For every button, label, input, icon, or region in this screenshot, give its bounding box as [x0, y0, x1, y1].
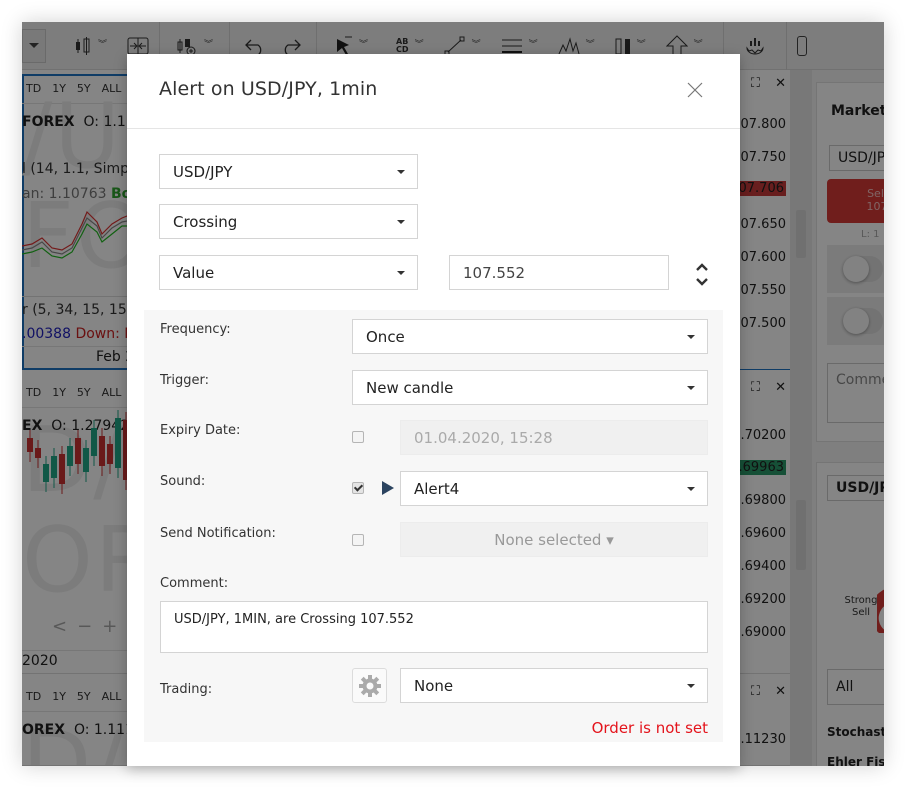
dialog-header: Alert on USD/JPY, 1min	[127, 54, 740, 129]
trading-settings-button[interactable]	[352, 668, 387, 703]
alert-settings-panel: Frequency: Once Trigger: New candle Expi…	[144, 310, 723, 742]
caret-down-icon	[687, 684, 695, 688]
spinner-up-down-icon	[696, 263, 708, 286]
close-button[interactable]	[683, 78, 707, 102]
trigger-select[interactable]: New candle	[352, 370, 708, 405]
dialog-title: Alert on USD/JPY, 1min	[159, 78, 378, 100]
trigger-label: Trigger:	[160, 373, 209, 388]
sound-select[interactable]: Alert4	[400, 471, 708, 506]
play-sound-icon[interactable]	[382, 481, 394, 495]
notification-select[interactable]: None selected ▾	[400, 522, 708, 557]
alert-dialog: Alert on USD/JPY, 1min USD/JPY Crossing …	[127, 54, 740, 766]
caret-down-icon	[397, 220, 405, 224]
comment-textarea[interactable]: USD/JPY, 1MIN, are Crossing 107.552	[160, 601, 708, 653]
caret-down-icon	[687, 386, 695, 390]
expiry-label: Expiry Date:	[160, 423, 241, 438]
symbol-select[interactable]: USD/JPY	[159, 154, 418, 189]
expiry-date-input[interactable]: 01.04.2020, 15:28	[400, 420, 708, 455]
notification-label: Send Notification:	[160, 526, 276, 541]
sound-checkbox[interactable]	[352, 482, 364, 494]
caret-down-icon	[397, 271, 405, 275]
comment-label: Comment:	[160, 576, 229, 591]
value-input[interactable]: 107.552	[449, 255, 669, 290]
expiry-checkbox[interactable]	[352, 431, 364, 443]
caret-down-icon	[687, 487, 695, 491]
order-error-message: Order is not set	[591, 719, 708, 737]
trading-label: Trading:	[160, 682, 213, 697]
gear-icon	[358, 674, 381, 697]
close-icon	[687, 82, 703, 98]
sound-label: Sound:	[160, 474, 206, 489]
value-type-select[interactable]: Value	[159, 255, 418, 290]
value-spinner[interactable]	[693, 260, 711, 290]
frequency-select[interactable]: Once	[352, 319, 708, 354]
condition-select[interactable]: Crossing	[159, 204, 418, 239]
frequency-label: Frequency:	[160, 322, 231, 337]
notification-checkbox[interactable]	[352, 534, 364, 546]
caret-down-icon	[397, 170, 405, 174]
trading-select[interactable]: None	[400, 668, 708, 703]
caret-down-icon	[687, 335, 695, 339]
